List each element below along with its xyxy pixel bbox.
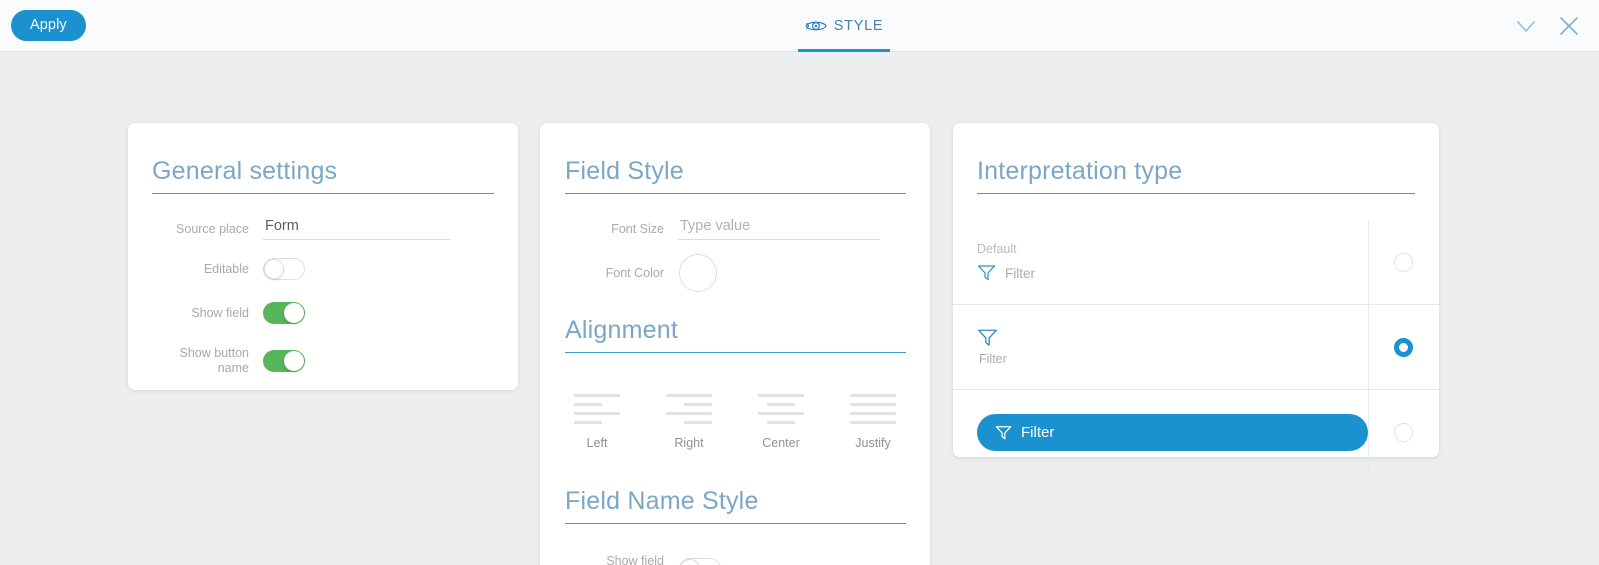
interpretation-row-content: Filter (953, 414, 1368, 451)
interpretation-radio[interactable] (1394, 423, 1413, 442)
alignment-option-justify[interactable]: Justify (839, 391, 907, 450)
filter-preview-inline: Filter (977, 264, 1368, 282)
alignment-option-label: Center (762, 436, 800, 450)
font-size-label: Font Size (611, 221, 664, 236)
alignment-option-label: Right (674, 436, 704, 450)
align-right-icon (666, 391, 712, 427)
interpretation-row[interactable]: Filter (953, 305, 1439, 390)
filter-icon (977, 329, 998, 346)
radio-cell (1368, 252, 1439, 272)
alignment-option-right[interactable]: Right (655, 391, 723, 450)
row-font-color: Font Color (540, 254, 930, 292)
tab-style[interactable]: STYLE (798, 0, 890, 52)
toggle-knob (284, 303, 304, 323)
field-name-style-title: Field Name Style (565, 487, 906, 524)
interpretation-type-title: Interpretation type (977, 157, 1415, 194)
settings-stage: General settings Source place Editable S… (0, 52, 1599, 565)
filter-button[interactable]: Filter (977, 414, 1368, 451)
show-button-name-toggle[interactable] (263, 350, 305, 372)
show-button-name-label: Show button name (179, 346, 250, 375)
row-show-field: Show field (128, 302, 518, 324)
filter-button-label: Filter (1021, 424, 1055, 441)
source-place-input[interactable] (263, 218, 451, 240)
window-controls (1513, 0, 1582, 52)
editable-toggle[interactable] (263, 258, 305, 280)
row-editable: Editable (128, 258, 518, 280)
eye-icon (805, 21, 827, 31)
filter-preview-stacked: Filter (977, 328, 1368, 366)
show-field-name-label: Show field name (606, 554, 664, 565)
interpretation-row-content: Filter (953, 328, 1368, 366)
general-settings-title: General settings (152, 157, 494, 194)
alignment-title: Alignment (565, 316, 906, 353)
tab-style-label: STYLE (833, 18, 884, 34)
font-size-input[interactable] (678, 218, 880, 240)
filter-icon (995, 425, 1012, 439)
top-header: Apply STYLE (0, 0, 1599, 52)
alignment-option-left[interactable]: Left (563, 391, 631, 450)
row-font-size: Font Size (540, 218, 930, 240)
apply-button[interactable]: Apply (11, 10, 86, 41)
source-place-label: Source place (176, 221, 249, 236)
toggle-knob (680, 559, 700, 565)
interpretation-radio[interactable] (1394, 337, 1413, 357)
alignment-option-center[interactable]: Center (747, 391, 815, 450)
field-style-title: Field Style (565, 157, 906, 194)
align-center-icon (758, 391, 804, 427)
row-show-button-name: Show button name (128, 346, 518, 376)
close-icon[interactable] (1556, 13, 1582, 39)
show-field-toggle[interactable] (263, 302, 305, 324)
field-style-body: Font Size Font Color Alignment Left (540, 218, 930, 565)
row-show-field-name: Show field name (540, 554, 930, 565)
chevron-down-icon[interactable] (1513, 13, 1539, 39)
alignment-option-label: Left (586, 436, 608, 450)
show-field-name-toggle[interactable] (679, 558, 721, 565)
align-left-icon (574, 391, 620, 427)
interpretation-row-content: Default Filter (953, 242, 1368, 282)
alignment-options: Left Right Center Justify (540, 391, 930, 450)
radio-cell (1368, 337, 1439, 357)
card-field-style: Field Style Font Size Font Color Alignme… (540, 123, 930, 565)
editable-label: Editable (203, 261, 249, 276)
interpretation-row[interactable]: Default Filter (953, 220, 1439, 305)
row-source-place: Source place (128, 218, 518, 240)
alignment-option-label: Justify (855, 436, 891, 450)
align-justify-icon (850, 391, 896, 427)
general-settings-body: Source place Editable Show field Show bu… (128, 218, 518, 376)
default-badge: Default (977, 242, 1017, 256)
font-color-label: Font Color (605, 265, 664, 280)
toggle-knob (284, 351, 304, 371)
font-color-swatch[interactable] (679, 254, 717, 292)
card-interpretation-type: Interpretation type Default Filter Filte… (953, 123, 1439, 475)
filter-icon (977, 265, 996, 281)
show-field-label: Show field (191, 305, 249, 320)
toggle-knob (264, 259, 284, 279)
radio-cell (1368, 423, 1439, 442)
card-general-settings: General settings Source place Editable S… (128, 123, 518, 390)
interpretation-radio[interactable] (1394, 252, 1413, 272)
interpretation-options-list: Default Filter Filter Filter (953, 220, 1439, 475)
interpretation-row[interactable]: Filter (953, 390, 1439, 475)
filter-label: Filter (1005, 265, 1035, 281)
filter-label: Filter (979, 352, 1007, 366)
